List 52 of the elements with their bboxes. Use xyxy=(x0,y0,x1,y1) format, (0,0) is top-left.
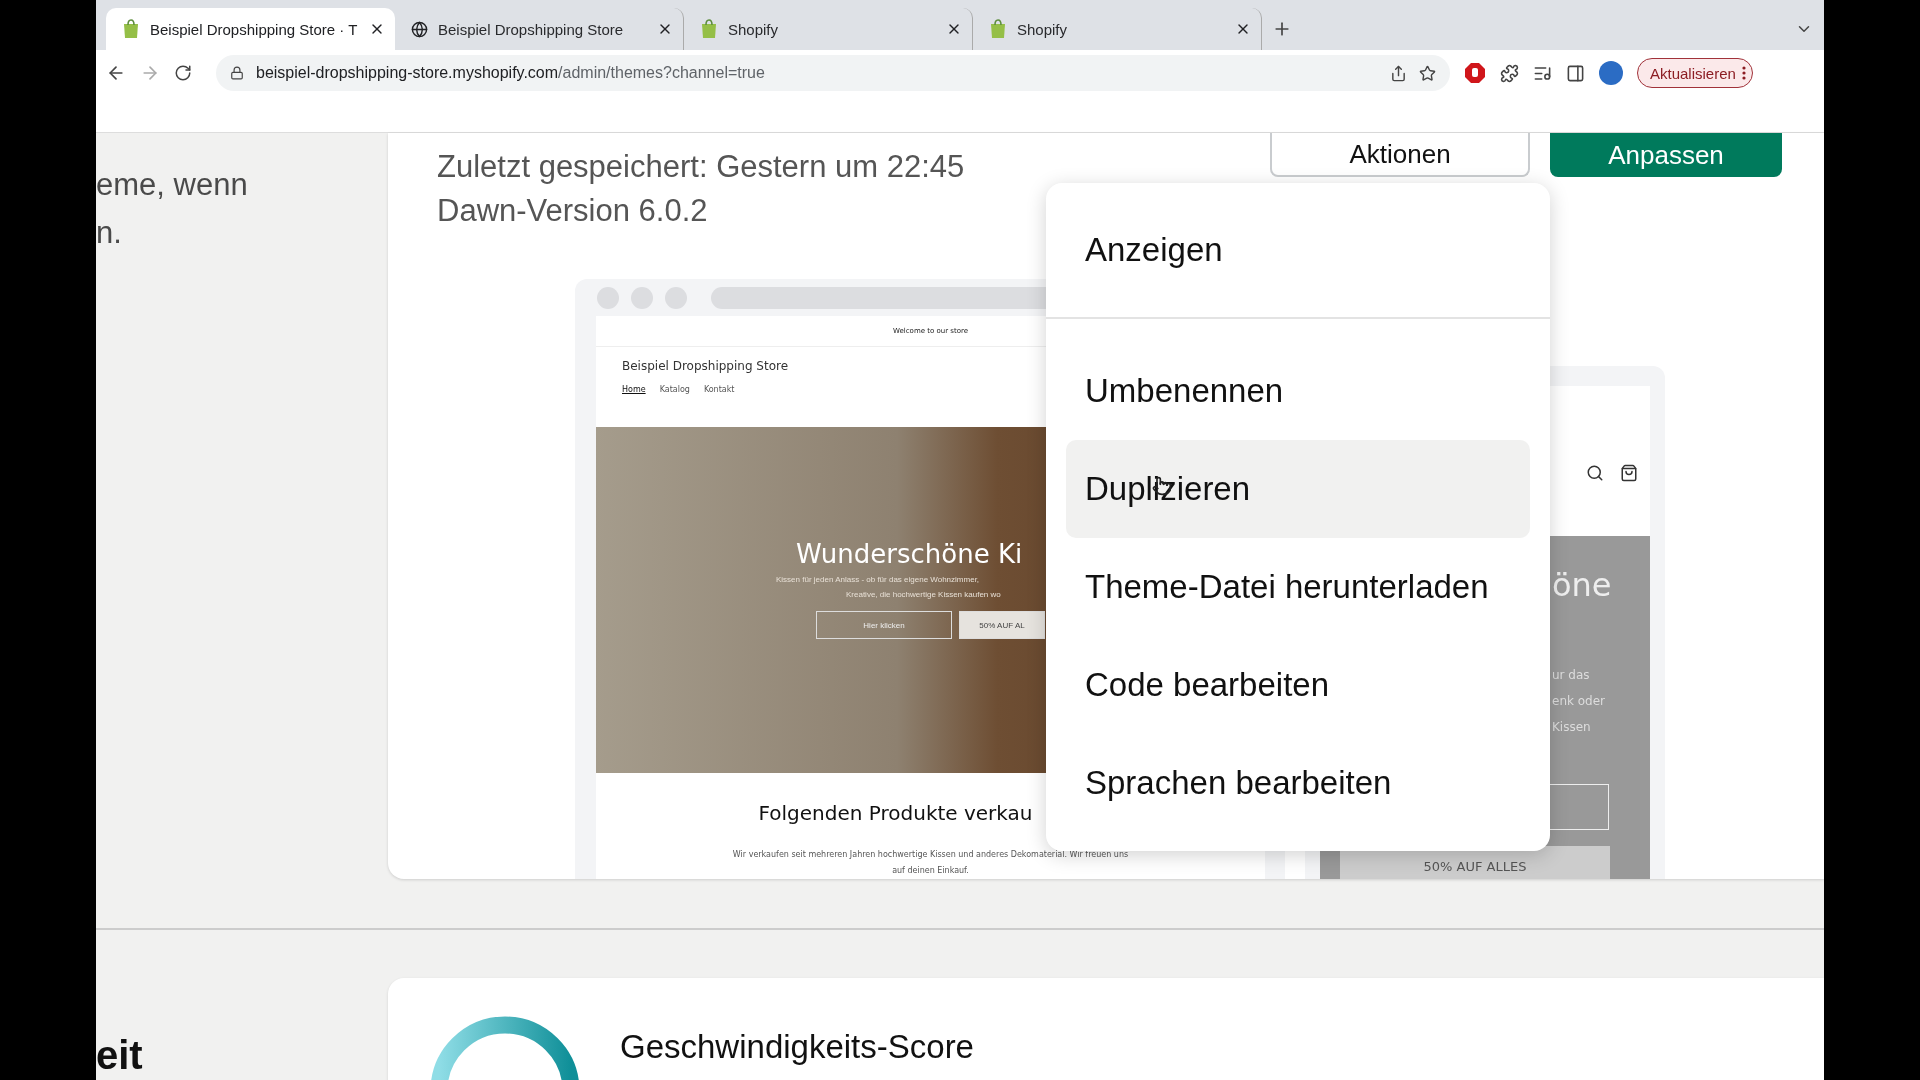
section-heading: eit xyxy=(96,1033,143,1078)
store-name: Beispiel Dropshipping Store xyxy=(622,359,789,373)
menu-item[interactable]: Sprachen bearbeiten xyxy=(1066,734,1530,832)
globe-icon xyxy=(411,20,428,38)
share-icon[interactable] xyxy=(1390,64,1407,82)
hero-text: ur das xyxy=(1552,667,1590,684)
version-text: Dawn-Version 6.0.2 xyxy=(437,192,709,230)
nav-link[interactable]: Katalog xyxy=(659,385,690,394)
update-button[interactable]: Aktualisieren xyxy=(1637,58,1753,88)
hero-heading: Wunderschöne Ki xyxy=(796,539,1023,569)
hero-button[interactable]: Hier klicken xyxy=(816,611,952,639)
puzzle-icon[interactable] xyxy=(1500,63,1519,83)
score-title: Geschwindigkeits-Score xyxy=(620,1028,974,1066)
tab-title: Beispiel Dropshipping Store · T xyxy=(150,20,359,38)
menu-item[interactable]: Anzeigen xyxy=(1066,183,1530,317)
shopping-bag-icon xyxy=(989,19,1007,39)
url-text: beispiel-dropshipping-store.myshopify.com/admin/themes?channel=true xyxy=(256,64,766,82)
browser-tab[interactable]: Beispiel Dropshipping Store · T xyxy=(106,8,395,50)
more-icon xyxy=(1741,66,1746,80)
hero-button[interactable]: 50% AUF AL xyxy=(959,611,1045,639)
lock-icon xyxy=(230,66,244,80)
bag-icon xyxy=(1620,464,1638,482)
nav-link[interactable]: Home xyxy=(622,385,646,394)
tab-title: Beispiel Dropshipping Store xyxy=(438,20,625,38)
side-panel-icon[interactable] xyxy=(1566,63,1585,83)
menu-item[interactable]: Duplizieren xyxy=(1066,440,1530,538)
address-bar[interactable]: beispiel-dropshipping-store.myshopify.com/admin/themes?channel=true xyxy=(216,55,1450,91)
tab-title: Shopify xyxy=(728,20,780,38)
hand-cursor-icon xyxy=(1152,476,1172,496)
saved-text: Zuletzt gespeichert: Gestern um 22:45 xyxy=(437,148,965,186)
shopping-bag-icon xyxy=(122,19,140,39)
star-icon[interactable] xyxy=(1419,64,1436,82)
avatar[interactable] xyxy=(1599,61,1623,85)
hero-text: enk oder xyxy=(1552,693,1606,710)
search-icon xyxy=(1586,464,1604,482)
hero-heading: öne xyxy=(1552,566,1612,604)
hero-text: Kissen für jeden Anlass - ob für das eigene Wohnzimmer, xyxy=(776,575,980,584)
tab-title: Shopify xyxy=(1017,20,1069,38)
shopping-bag-icon xyxy=(700,19,718,39)
hero-text: Kissen xyxy=(1552,719,1591,736)
stop-hand-icon[interactable] xyxy=(1464,62,1486,84)
customize-button[interactable]: Anpassen xyxy=(1550,133,1782,177)
nav-link[interactable]: Kontakt xyxy=(703,385,735,394)
menu-item[interactable]: Theme-Datei herunterladen xyxy=(1066,538,1530,636)
hero-text: Kreative, die hochwertige Kissen kaufen wo xyxy=(846,590,1001,599)
reload-icon[interactable] xyxy=(174,64,192,82)
section-heading: Folgenden Produkte verkau xyxy=(758,801,1033,825)
actions-button[interactable]: Aktionen xyxy=(1270,133,1530,177)
menu-item[interactable]: Umbenennen xyxy=(1066,342,1530,440)
menu-item[interactable]: Code bearbeiten xyxy=(1066,636,1530,734)
description-text: eme, wenn xyxy=(96,166,248,204)
description-text: n. xyxy=(96,214,122,252)
